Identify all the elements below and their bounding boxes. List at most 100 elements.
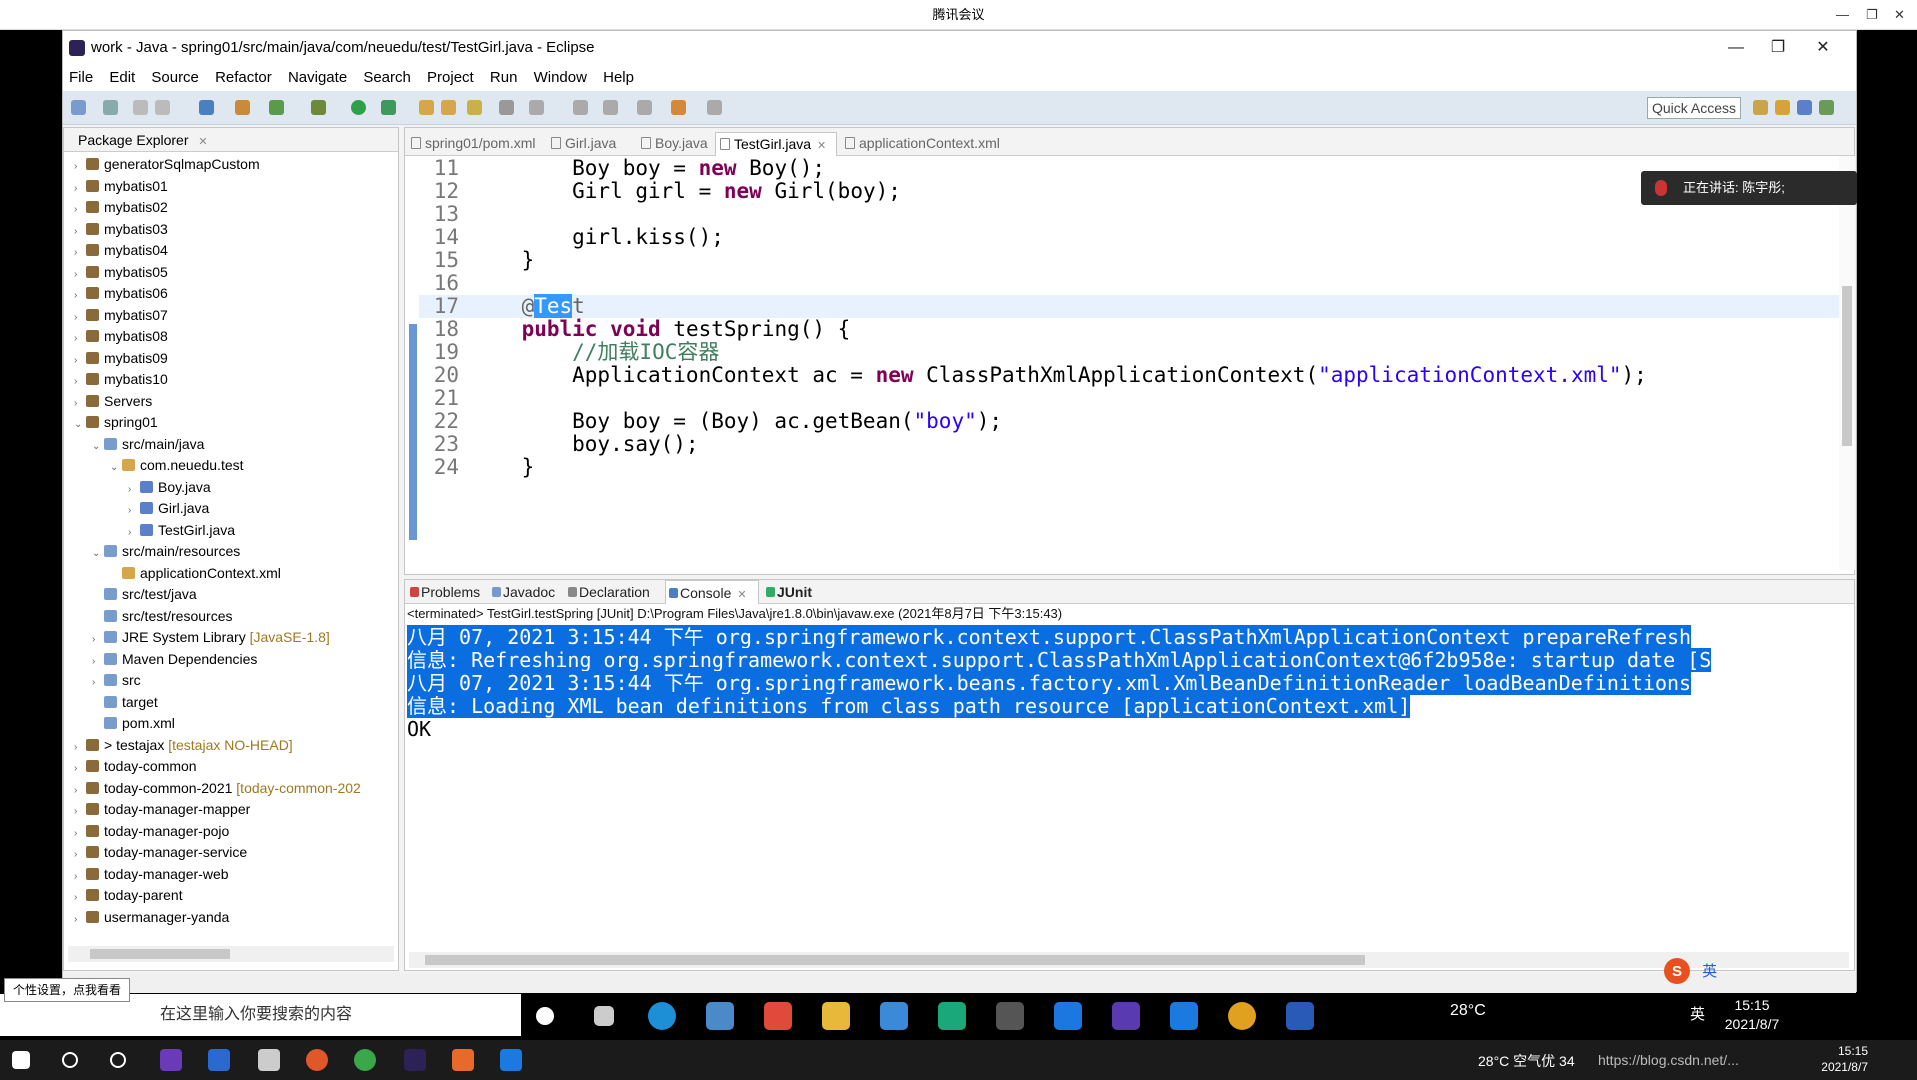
meeting-close-button[interactable]: ✕ [1894, 0, 1905, 30]
scrollbar-thumb[interactable] [90, 949, 230, 959]
chevron-right-icon[interactable]: › [74, 371, 86, 393]
scrollbar-thumb[interactable] [1842, 286, 1852, 446]
chevron-right-icon[interactable]: › [74, 758, 86, 780]
chevron-right-icon[interactable]: › [74, 178, 86, 200]
tree-item[interactable]: › today-parent [74, 885, 183, 907]
save-all-icon[interactable] [155, 100, 170, 115]
tree-item[interactable]: ⌄ spring01 [74, 412, 158, 434]
menu-refactor[interactable]: Refactor [209, 65, 278, 91]
tree-item[interactable]: src/test/java [92, 584, 197, 606]
tab-declaration[interactable]: Declaration [565, 580, 661, 604]
chevron-right-icon[interactable]: › [74, 285, 86, 307]
tree-item[interactable]: › today-manager-pojo [74, 821, 229, 843]
firefox-icon[interactable] [306, 1049, 328, 1071]
code-line[interactable]: 20 ApplicationContext ac = new ClassPath… [419, 364, 1839, 387]
console-output[interactable]: 八月 07, 2021 3:15:44 下午 org.springframewo… [405, 624, 1835, 944]
code-line[interactable]: 19 //加载IOC容器 [419, 341, 1839, 364]
run-coverage-icon[interactable] [381, 100, 396, 115]
save-icon[interactable] [133, 100, 148, 115]
tab-girl-java[interactable]: Girl.java [547, 132, 631, 156]
tree-item[interactable]: ⌄ com.neuedu.test [110, 455, 244, 477]
chevron-right-icon[interactable]: › [74, 199, 86, 221]
code-line[interactable]: 23 boy.say(); [419, 433, 1839, 456]
visual-studio-icon[interactable] [160, 1049, 182, 1071]
menu-help[interactable]: Help [597, 65, 640, 91]
chevron-right-icon[interactable]: › [74, 264, 86, 286]
inner-language[interactable]: 英 [1690, 1003, 1705, 1024]
tree-item[interactable]: › mybatis10 [74, 369, 168, 391]
open-type-icon[interactable] [419, 100, 434, 115]
tab-console[interactable]: Console ✕ [665, 580, 759, 604]
cortana-icon[interactable] [110, 1052, 126, 1068]
chevron-right-icon[interactable]: › [74, 780, 86, 802]
chevron-right-icon[interactable]: › [74, 221, 86, 243]
debug-perspective-icon[interactable] [1819, 100, 1834, 115]
excel-icon[interactable] [938, 1002, 966, 1030]
console-line[interactable]: OK [407, 718, 431, 741]
refresh-icon[interactable] [269, 100, 284, 115]
code-line[interactable]: 24 } [419, 456, 1839, 479]
tab-testgirl-java[interactable]: TestGirl.java ✕ [715, 132, 837, 156]
chevron-right-icon[interactable]: › [74, 801, 86, 823]
scrollbar-thumb[interactable] [425, 955, 1365, 965]
tree-item[interactable]: › JRE System Library [JavaSE-1.8] [92, 627, 330, 649]
code-line[interactable]: 22 Boy boy = (Boy) ac.getBean("boy"); [419, 410, 1839, 433]
settings-icon[interactable] [996, 1002, 1024, 1030]
new-wizard-icon[interactable] [103, 100, 118, 115]
annotation-icon[interactable] [529, 100, 544, 115]
chrome-icon[interactable] [1228, 1002, 1256, 1030]
next-annotation-icon[interactable] [603, 100, 618, 115]
chevron-right-icon[interactable]: › [74, 866, 86, 888]
chevron-right-icon[interactable]: › [128, 479, 140, 501]
search-icon[interactable] [467, 100, 482, 115]
menu-run[interactable]: Run [484, 65, 524, 91]
close-tab-icon[interactable]: ✕ [737, 589, 746, 601]
close-button[interactable]: ✕ [1803, 31, 1843, 65]
menu-source[interactable]: Source [145, 65, 205, 91]
tree-item[interactable]: › today-common [74, 756, 197, 778]
edge-icon[interactable] [648, 1002, 676, 1030]
horizontal-scrollbar[interactable] [409, 952, 1849, 968]
code-line[interactable]: 14 girl.kiss(); [419, 226, 1839, 249]
mail-icon[interactable] [880, 1002, 908, 1030]
console-line[interactable]: 信息: Refreshing org.springframework.conte… [407, 648, 1712, 672]
tree-item[interactable]: › generatorSqlmapCustom [74, 154, 260, 176]
prev-annotation-icon[interactable] [637, 100, 652, 115]
debug-icon[interactable] [311, 100, 326, 115]
tree-item[interactable]: › mybatis06 [74, 283, 168, 305]
code-line[interactable]: 21 [419, 387, 1839, 410]
chevron-down-icon[interactable]: ⌄ [74, 414, 86, 436]
code-line[interactable]: 16 [419, 272, 1839, 295]
tree-item[interactable]: › mybatis05 [74, 262, 168, 284]
chevron-right-icon[interactable]: › [74, 156, 86, 178]
meeting-restore-button[interactable]: ❐ [1866, 0, 1878, 30]
menu-navigate[interactable]: Navigate [282, 65, 353, 91]
tree-item[interactable]: › > testajax [testajax NO-HEAD] [74, 735, 293, 757]
code-line[interactable]: 12 Girl girl = new Girl(boy); [419, 180, 1839, 203]
tree-item[interactable]: applicationContext.xml [110, 563, 281, 585]
open-perspective-icon[interactable] [1753, 100, 1768, 115]
visual-studio-icon[interactable] [1112, 1002, 1140, 1030]
tencent-meeting-icon[interactable] [500, 1049, 522, 1071]
terminal-icon[interactable] [199, 100, 214, 115]
close-tab-icon[interactable]: ✕ [817, 140, 826, 152]
meeting-minimize-button[interactable]: — [1836, 0, 1849, 30]
menu-project[interactable]: Project [421, 65, 480, 91]
console-line[interactable]: 八月 07, 2021 3:15:44 下午 org.springframewo… [407, 625, 1692, 649]
file-explorer-icon[interactable] [822, 1002, 850, 1030]
app-icon[interactable] [764, 1002, 792, 1030]
chevron-right-icon[interactable]: › [74, 737, 86, 759]
quick-access-field[interactable]: Quick Access [1647, 97, 1741, 119]
editor-icon[interactable] [573, 100, 588, 115]
tab-junit[interactable]: JUnit [763, 580, 833, 604]
back-icon[interactable] [671, 100, 686, 115]
tree-item[interactable]: › mybatis04 [74, 240, 168, 262]
search-icon[interactable] [62, 1052, 78, 1068]
tab-pom-xml[interactable]: spring01/pom.xml [407, 132, 547, 156]
tencent-meeting-icon[interactable] [1170, 1002, 1198, 1030]
powershell-icon[interactable] [208, 1049, 230, 1071]
code-line[interactable]: 15 } [419, 249, 1839, 272]
minimize-button[interactable]: — [1716, 31, 1756, 65]
chevron-right-icon[interactable]: › [74, 393, 86, 415]
chevron-right-icon[interactable]: › [92, 629, 104, 651]
